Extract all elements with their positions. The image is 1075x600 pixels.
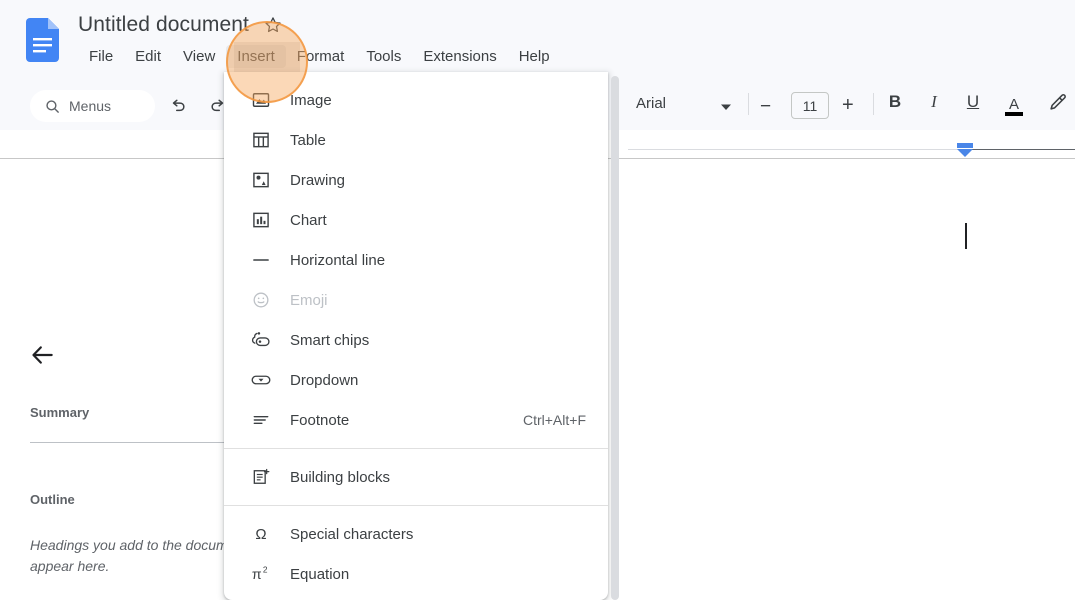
menu-item-drawing[interactable]: Drawing [224,160,608,200]
top-bar: Untitled document File Edit View Insert … [0,0,1075,80]
italic-button[interactable]: I [921,92,947,120]
table-icon [250,129,272,151]
menubar-item-file[interactable]: File [78,45,124,68]
summary-heading: Summary [30,405,90,420]
search-icon [46,99,59,113]
menubar-item-tools[interactable]: Tools [355,45,412,68]
chart-icon [250,209,272,231]
menu-item-footnote[interactable]: Footnote Ctrl+Alt+F [224,400,608,440]
menu-item-label: Building blocks [290,468,391,486]
back-arrow-icon[interactable] [30,342,56,368]
menubar-item-extensions[interactable]: Extensions [412,45,507,68]
menu-item-emoji: Emoji [224,280,608,320]
menubar-item-format[interactable]: Format [286,45,356,68]
highlight-color-button[interactable] [1044,92,1070,120]
emoji-icon [250,289,272,311]
text-color-button[interactable]: A [1001,92,1027,120]
menu-item-horizontal-line[interactable]: Horizontal line [224,240,608,280]
menu-item-smart-chips[interactable]: Smart chips [224,320,608,360]
menu-item-table[interactable]: Table [224,120,608,160]
menu-item-label: Dropdown [290,371,359,389]
font-size-input[interactable]: 11 [791,92,829,119]
image-icon [250,89,272,111]
horizontal-line-icon [250,249,272,271]
menubar-item-help[interactable]: Help [508,45,561,68]
increase-font-size-button[interactable]: + [842,94,854,117]
drawing-icon [250,169,272,191]
menubar-item-edit[interactable]: Edit [124,45,172,68]
chevron-down-icon[interactable] [720,101,732,113]
menu-item-chart[interactable]: Chart [224,200,608,240]
omega-icon: Ω [250,523,272,545]
menu-item-label: Emoji [290,291,328,309]
svg-text:Ω: Ω [255,526,266,543]
ruler-line-dark [965,149,1075,150]
underline-button[interactable]: U [960,92,986,120]
toolbar-divider-1 [748,93,749,115]
search-menus-label: Menus [69,98,112,114]
menu-item-label: Special characters [290,525,414,543]
svg-text:2: 2 [263,564,268,574]
menu-item-accel: Ctrl+Alt+F [522,412,586,428]
menu-item-label: Table [290,131,326,149]
decrease-font-size-button[interactable]: − [760,96,771,118]
menubar-item-view[interactable]: View [172,45,226,68]
footnote-icon [250,409,272,431]
svg-text:π: π [252,567,262,583]
building-blocks-icon [250,466,272,488]
menu-item-label: Equation [290,565,350,583]
svg-text:A: A [1009,96,1019,113]
menu-item-image[interactable]: Image [224,80,608,120]
outline-heading: Outline [30,492,75,507]
google-docs-window: Untitled document File Edit View Insert … [0,0,1075,600]
star-outline-icon[interactable] [263,15,283,35]
text-cursor [965,223,967,249]
highlighter-pen-icon [1050,93,1066,110]
ruler[interactable] [628,149,1075,151]
dropdown-icon [250,369,272,391]
menu-separator-1 [224,448,608,449]
page-title[interactable]: Untitled document [78,13,249,37]
undo-icon [172,99,185,112]
search-menus-input[interactable]: Menus [30,90,155,122]
menu-item-dropdown[interactable]: Dropdown [224,360,608,400]
menu-item-label: Drawing [290,171,346,189]
menu-item-label: Chart [290,211,327,229]
menu-item-equation[interactable]: π 2 Equation [224,554,608,594]
docs-logo[interactable] [26,18,59,62]
insert-dropdown-menu: Image Table Drawing Chart Horizontal lin… [224,72,608,600]
text-color-icon: A [1005,96,1023,116]
menu-item-label: Horizontal line [290,251,386,269]
bold-button[interactable]: B [882,92,908,120]
document-title-row: Untitled document [78,13,283,37]
undo-button[interactable] [164,92,192,120]
menu-bar: File Edit View Insert Format Tools Exten… [78,45,561,68]
menu-item-label: Image [290,91,332,109]
menu-scrollbar[interactable] [611,76,619,600]
insert-menu-list: Image Table Drawing Chart Horizontal lin… [224,72,608,594]
menu-item-building-blocks[interactable]: Building blocks [224,457,608,497]
menu-separator-2 [224,505,608,506]
menu-item-label: Footnote [290,411,350,429]
font-family-selector[interactable]: Arial [636,95,666,112]
menubar-item-insert[interactable]: Insert [226,45,286,68]
equation-icon: π 2 [250,563,272,585]
smart-chips-icon [250,329,272,351]
toolbar-divider-2 [873,93,874,115]
indent-marker-icon[interactable] [956,143,974,157]
menu-item-special-characters[interactable]: Ω Special characters [224,514,608,554]
menu-item-label: Smart chips [290,331,370,349]
